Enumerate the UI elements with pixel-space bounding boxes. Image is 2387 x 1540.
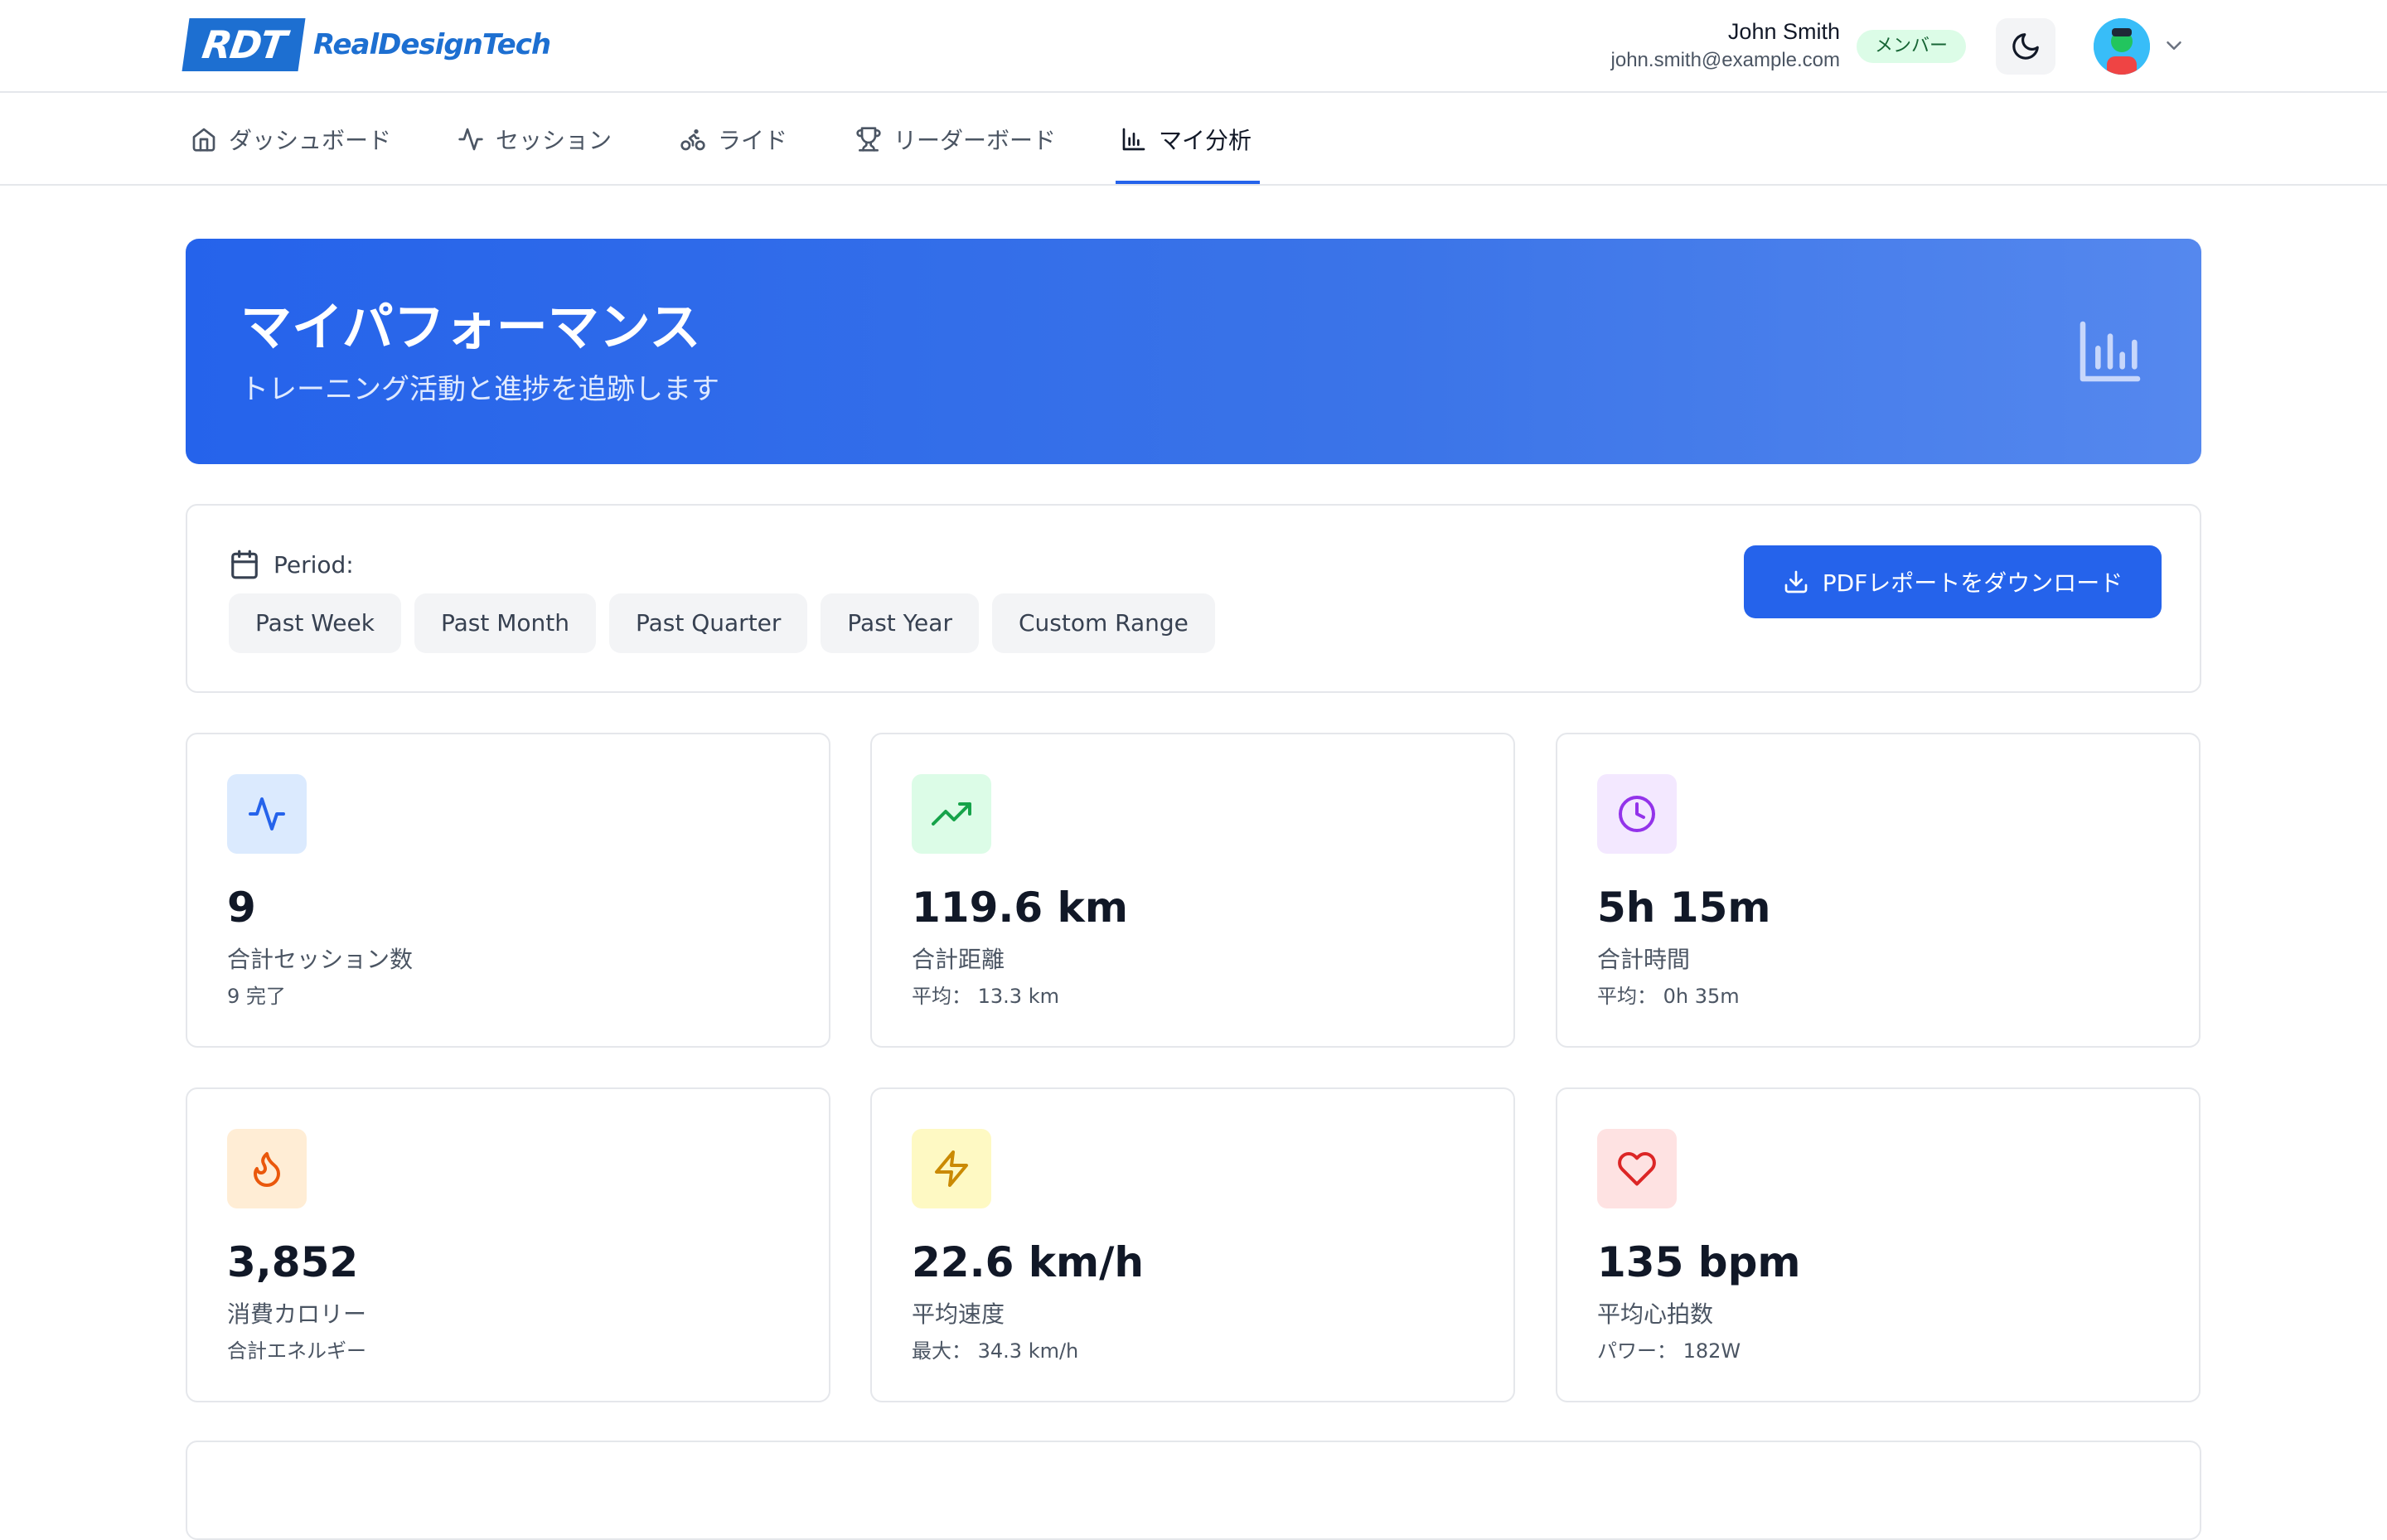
- stat-value: 9: [227, 884, 256, 932]
- tab-rides[interactable]: ライド: [680, 94, 787, 184]
- period-options: Past Week Past Month Past Quarter Past Y…: [229, 593, 1228, 653]
- tab-my-analytics[interactable]: マイ分析: [1121, 94, 1252, 184]
- stat-value: 135 bpm: [1597, 1238, 1801, 1286]
- calendar-icon: [231, 550, 258, 579]
- theme-toggle-button[interactable]: [1996, 18, 2055, 75]
- stat-value: 3,852: [227, 1238, 359, 1286]
- stat-label: 合計距離: [912, 946, 1005, 973]
- stat-icon-wrap: [227, 1129, 307, 1208]
- tab-label: リーダーボード: [893, 127, 1057, 154]
- active-tab-indicator: [1116, 181, 1260, 184]
- stat-icon-wrap: [912, 774, 991, 854]
- download-icon: [1784, 570, 1808, 593]
- stat-value: 22.6 km/h: [912, 1238, 1144, 1286]
- stat-icon-wrap: [227, 774, 307, 854]
- brand-logo-mark: RDT: [182, 18, 306, 71]
- stat-label: 合計時間: [1597, 946, 1691, 973]
- tab-label: ライド: [718, 127, 788, 154]
- period-option-past-month[interactable]: Past Month: [414, 593, 596, 653]
- stat-card-heart-rate: 135 bpm 平均心拍数 パワー： 182W: [1556, 1087, 2201, 1402]
- stat-label: 平均心拍数: [1597, 1300, 1714, 1328]
- stat-card-distance: 119.6 km 合計距離 平均： 13.3 km: [870, 733, 1515, 1048]
- trophy-icon: [856, 127, 881, 152]
- stat-icon-wrap: [1597, 774, 1677, 854]
- next-section-card: [186, 1441, 2201, 1540]
- stat-value: 119.6 km: [912, 884, 1128, 932]
- stat-subtext: 9 完了: [227, 985, 286, 1008]
- user-info: John Smith john.smith@example.com: [1611, 17, 1840, 75]
- clock-icon: [1619, 796, 1655, 832]
- stat-card-sessions: 9 合計セッション数 9 完了: [186, 733, 830, 1048]
- bar-chart-icon: [2080, 321, 2141, 382]
- tab-label: ダッシュボード: [229, 127, 392, 154]
- period-option-past-year[interactable]: Past Year: [821, 593, 979, 653]
- stat-label: 合計セッション数: [227, 946, 414, 973]
- brand-logo[interactable]: RDT RealDesignTech: [182, 18, 551, 71]
- zap-icon: [935, 1150, 968, 1187]
- period-option-past-week[interactable]: Past Week: [229, 593, 401, 653]
- stat-subtext: 合計エネルギー: [227, 1339, 366, 1363]
- tab-dashboard[interactable]: ダッシュボード: [191, 94, 391, 184]
- stat-icon-wrap: [1597, 1129, 1677, 1208]
- stat-card-speed: 22.6 km/h 平均速度 最大： 34.3 km/h: [870, 1087, 1515, 1402]
- stat-label: 平均速度: [912, 1300, 1005, 1328]
- user-name: John Smith: [1727, 19, 1840, 44]
- stat-subtext: 平均： 13.3 km: [912, 985, 1059, 1008]
- bike-icon: [680, 129, 705, 151]
- user-email: john.smith@example.com: [1610, 49, 1840, 71]
- period-label-text: Period:: [274, 550, 354, 579]
- stat-subtext: 最大： 34.3 km/h: [912, 1339, 1079, 1363]
- role-badge: メンバー: [1857, 30, 1967, 63]
- chevron-down-icon[interactable]: [2162, 33, 2186, 58]
- stat-subtext: パワー： 182W: [1597, 1339, 1741, 1363]
- tab-leaderboard[interactable]: リーダーボード: [855, 94, 1056, 184]
- download-pdf-button[interactable]: PDFレポートをダウンロード: [1744, 545, 2162, 618]
- period-option-past-quarter[interactable]: Past Quarter: [608, 593, 808, 653]
- stat-subtext: 平均： 0h 35m: [1597, 985, 1740, 1008]
- trending-up-icon: [932, 802, 971, 826]
- period-option-custom-range[interactable]: Custom Range: [991, 593, 1215, 653]
- tab-sessions[interactable]: セッション: [458, 94, 612, 184]
- moon-icon: [2012, 33, 2039, 60]
- avatar[interactable]: [2094, 18, 2150, 75]
- bar-chart-icon: [1122, 128, 1145, 151]
- download-pdf-label: PDFレポートをダウンロード: [1822, 569, 2123, 597]
- activity-icon: [458, 128, 483, 151]
- tab-label: セッション: [496, 127, 612, 154]
- home-icon: [192, 128, 215, 152]
- stat-icon-wrap: [912, 1129, 991, 1208]
- page-subtitle: トレーニング活動と進捗を追跡します: [240, 373, 719, 406]
- activity-icon: [249, 797, 285, 831]
- top-header: RDT RealDesignTech John Smith john.smith…: [0, 0, 2387, 93]
- stat-card-calories: 3,852 消費カロリー 合計エネルギー: [186, 1087, 830, 1402]
- brand-logo-text: RealDesignTech: [313, 28, 551, 61]
- period-filter-card: Period: Past Week Past Month Past Quarte…: [186, 504, 2201, 693]
- heart-icon: [1618, 1152, 1656, 1186]
- main-nav: ダッシュボード セッション ライド リーダーボード マイ分析: [0, 94, 2387, 186]
- flame-icon: [254, 1152, 280, 1187]
- period-label: Period:: [229, 549, 354, 580]
- page-title: マイパフォーマンス: [240, 297, 701, 357]
- stat-card-time: 5h 15m 合計時間 平均： 0h 35m: [1556, 733, 2201, 1048]
- tab-label: マイ分析: [1159, 127, 1252, 154]
- stat-label: 消費カロリー: [227, 1300, 367, 1328]
- stat-value: 5h 15m: [1597, 884, 1771, 932]
- hero-banner: マイパフォーマンス トレーニング活動と進捗を追跡します: [186, 239, 2201, 464]
